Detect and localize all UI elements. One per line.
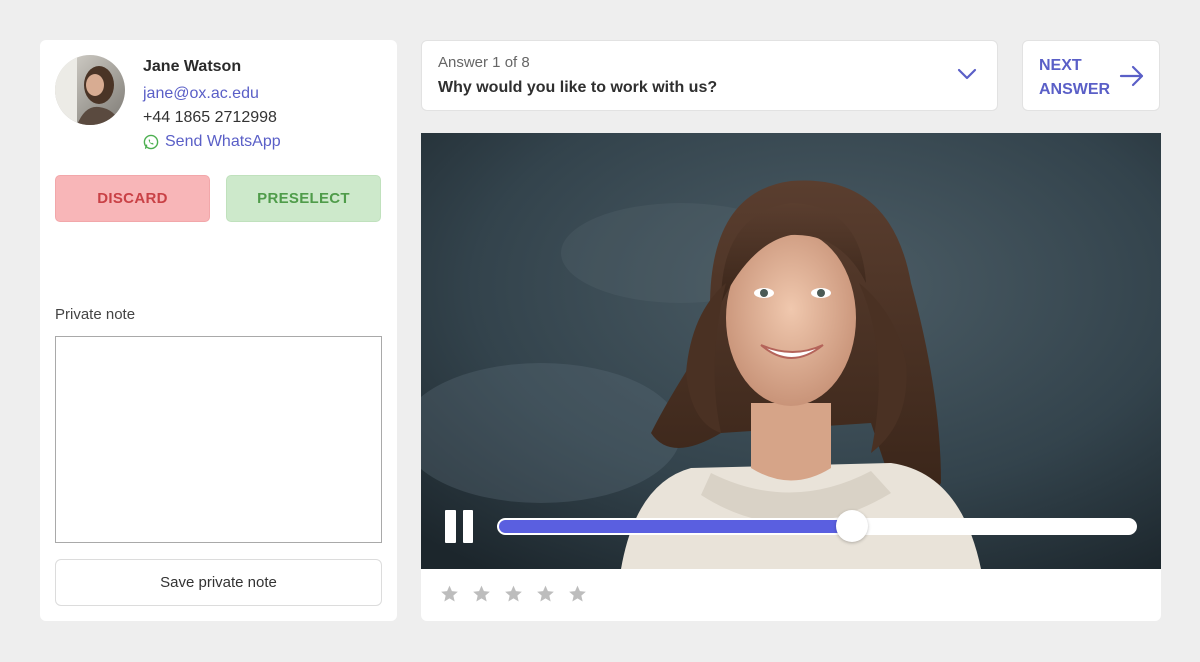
discard-button[interactable]: DISCARD [55, 175, 210, 222]
next-answer-label-line1: NEXT [1039, 57, 1082, 74]
question-text: Why would you like to work with us? [438, 79, 718, 96]
next-answer-label: NEXT ANSWER [1039, 54, 1119, 102]
chevron-down-icon [957, 68, 977, 80]
send-whatsapp-link[interactable]: Send WhatsApp [143, 130, 281, 154]
rating-star-icon[interactable] [471, 584, 492, 604]
private-note-textarea[interactable] [55, 336, 382, 543]
candidate-contact: Jane Watson jane@ox.ac.edu +44 1865 2712… [143, 58, 281, 154]
arrow-right-icon [1119, 65, 1144, 87]
save-private-note-button[interactable]: Save private note [55, 559, 382, 606]
avatar [55, 55, 125, 125]
video-seek-bar[interactable] [497, 510, 1137, 542]
rating-star-icon[interactable] [439, 584, 460, 604]
rating-star-icon[interactable] [503, 584, 524, 604]
answer-rating [439, 584, 588, 604]
candidate-phone: +44 1865 2712998 [143, 109, 277, 126]
video-progress-fill [499, 520, 852, 533]
rating-star-icon[interactable] [567, 584, 588, 604]
candidate-name: Jane Watson [143, 58, 242, 75]
private-note-label: Private note [55, 306, 136, 323]
pause-icon-bar-right [462, 510, 473, 543]
video-frame[interactable] [421, 133, 1161, 569]
video-seek-handle[interactable] [835, 510, 868, 542]
send-whatsapp-label: Send WhatsApp [165, 133, 281, 150]
video-answer-player [421, 133, 1161, 621]
candidate-review-page: Jane Watson jane@ox.ac.edu +44 1865 2712… [0, 0, 1200, 662]
candidate-email-link[interactable]: jane@ox.ac.edu [143, 82, 281, 106]
pause-icon-bar-left [445, 510, 456, 543]
answer-counter: Answer 1 of 8 [438, 54, 530, 71]
next-answer-button[interactable]: NEXT ANSWER [1022, 40, 1160, 111]
preselect-button[interactable]: PRESELECT [226, 175, 381, 222]
next-answer-label-line2: ANSWER [1039, 81, 1111, 98]
candidate-profile-card: Jane Watson jane@ox.ac.edu +44 1865 2712… [40, 40, 397, 621]
rating-star-icon[interactable] [535, 584, 556, 604]
whatsapp-icon [143, 134, 159, 150]
answer-selector-dropdown[interactable]: Answer 1 of 8 Why would you like to work… [421, 40, 998, 111]
pause-button[interactable] [445, 510, 473, 543]
